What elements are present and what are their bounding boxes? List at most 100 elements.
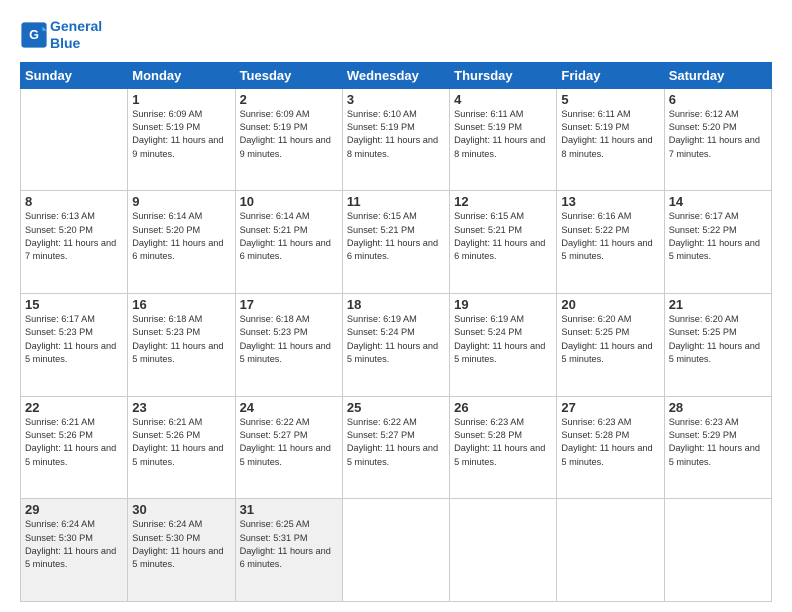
header-thursday: Thursday — [450, 62, 557, 88]
table-row: 10Sunrise: 6:14 AMSunset: 5:21 PMDayligh… — [235, 191, 342, 294]
day-info: Sunrise: 6:22 AMSunset: 5:27 PMDaylight:… — [240, 416, 338, 469]
day-info: Sunrise: 6:14 AMSunset: 5:21 PMDaylight:… — [240, 210, 338, 263]
header-wednesday: Wednesday — [342, 62, 449, 88]
day-info: Sunrise: 6:18 AMSunset: 5:23 PMDaylight:… — [240, 313, 338, 366]
logo-text: General Blue — [50, 18, 102, 52]
calendar-week-row: 15Sunrise: 6:17 AMSunset: 5:23 PMDayligh… — [21, 293, 772, 396]
table-row: 3Sunrise: 6:10 AMSunset: 5:19 PMDaylight… — [342, 88, 449, 191]
day-info: Sunrise: 6:09 AMSunset: 5:19 PMDaylight:… — [240, 108, 338, 161]
table-row: 13Sunrise: 6:16 AMSunset: 5:22 PMDayligh… — [557, 191, 664, 294]
table-row: 2Sunrise: 6:09 AMSunset: 5:19 PMDaylight… — [235, 88, 342, 191]
day-number: 11 — [347, 194, 445, 209]
day-info: Sunrise: 6:18 AMSunset: 5:23 PMDaylight:… — [132, 313, 230, 366]
logo-icon: G — [20, 21, 48, 49]
day-number: 23 — [132, 400, 230, 415]
day-info: Sunrise: 6:23 AMSunset: 5:28 PMDaylight:… — [561, 416, 659, 469]
table-row: 25Sunrise: 6:22 AMSunset: 5:27 PMDayligh… — [342, 396, 449, 499]
day-number: 14 — [669, 194, 767, 209]
day-number: 19 — [454, 297, 552, 312]
calendar-week-row: 22Sunrise: 6:21 AMSunset: 5:26 PMDayligh… — [21, 396, 772, 499]
day-info: Sunrise: 6:14 AMSunset: 5:20 PMDaylight:… — [132, 210, 230, 263]
day-info: Sunrise: 6:15 AMSunset: 5:21 PMDaylight:… — [347, 210, 445, 263]
day-info: Sunrise: 6:20 AMSunset: 5:25 PMDaylight:… — [561, 313, 659, 366]
table-row — [21, 88, 128, 191]
header-saturday: Saturday — [664, 62, 771, 88]
day-info: Sunrise: 6:24 AMSunset: 5:30 PMDaylight:… — [132, 518, 230, 571]
day-info: Sunrise: 6:20 AMSunset: 5:25 PMDaylight:… — [669, 313, 767, 366]
day-info: Sunrise: 6:22 AMSunset: 5:27 PMDaylight:… — [347, 416, 445, 469]
header-sunday: Sunday — [21, 62, 128, 88]
day-number: 15 — [25, 297, 123, 312]
day-info: Sunrise: 6:17 AMSunset: 5:23 PMDaylight:… — [25, 313, 123, 366]
table-row: 18Sunrise: 6:19 AMSunset: 5:24 PMDayligh… — [342, 293, 449, 396]
table-row: 30Sunrise: 6:24 AMSunset: 5:30 PMDayligh… — [128, 499, 235, 602]
table-row: 1Sunrise: 6:09 AMSunset: 5:19 PMDaylight… — [128, 88, 235, 191]
calendar-week-row: 29Sunrise: 6:24 AMSunset: 5:30 PMDayligh… — [21, 499, 772, 602]
header-tuesday: Tuesday — [235, 62, 342, 88]
table-row: 4Sunrise: 6:11 AMSunset: 5:19 PMDaylight… — [450, 88, 557, 191]
day-number: 26 — [454, 400, 552, 415]
day-number: 24 — [240, 400, 338, 415]
day-number: 27 — [561, 400, 659, 415]
day-info: Sunrise: 6:24 AMSunset: 5:30 PMDaylight:… — [25, 518, 123, 571]
day-info: Sunrise: 6:17 AMSunset: 5:22 PMDaylight:… — [669, 210, 767, 263]
day-number: 6 — [669, 92, 767, 107]
table-row: 19Sunrise: 6:19 AMSunset: 5:24 PMDayligh… — [450, 293, 557, 396]
day-info: Sunrise: 6:19 AMSunset: 5:24 PMDaylight:… — [454, 313, 552, 366]
day-number: 30 — [132, 502, 230, 517]
day-number: 17 — [240, 297, 338, 312]
day-number: 12 — [454, 194, 552, 209]
table-row: 21Sunrise: 6:20 AMSunset: 5:25 PMDayligh… — [664, 293, 771, 396]
day-number: 28 — [669, 400, 767, 415]
day-info: Sunrise: 6:16 AMSunset: 5:22 PMDaylight:… — [561, 210, 659, 263]
table-row: 14Sunrise: 6:17 AMSunset: 5:22 PMDayligh… — [664, 191, 771, 294]
day-number: 25 — [347, 400, 445, 415]
table-row: 28Sunrise: 6:23 AMSunset: 5:29 PMDayligh… — [664, 396, 771, 499]
day-info: Sunrise: 6:21 AMSunset: 5:26 PMDaylight:… — [25, 416, 123, 469]
day-info: Sunrise: 6:15 AMSunset: 5:21 PMDaylight:… — [454, 210, 552, 263]
calendar-week-row: 1Sunrise: 6:09 AMSunset: 5:19 PMDaylight… — [21, 88, 772, 191]
table-row: 17Sunrise: 6:18 AMSunset: 5:23 PMDayligh… — [235, 293, 342, 396]
calendar-table: Sunday Monday Tuesday Wednesday Thursday… — [20, 62, 772, 602]
day-info: Sunrise: 6:23 AMSunset: 5:28 PMDaylight:… — [454, 416, 552, 469]
day-info: Sunrise: 6:11 AMSunset: 5:19 PMDaylight:… — [561, 108, 659, 161]
day-number: 20 — [561, 297, 659, 312]
day-number: 13 — [561, 194, 659, 209]
day-number: 21 — [669, 297, 767, 312]
header-monday: Monday — [128, 62, 235, 88]
day-info: Sunrise: 6:19 AMSunset: 5:24 PMDaylight:… — [347, 313, 445, 366]
table-row: 27Sunrise: 6:23 AMSunset: 5:28 PMDayligh… — [557, 396, 664, 499]
table-row: 20Sunrise: 6:20 AMSunset: 5:25 PMDayligh… — [557, 293, 664, 396]
day-info: Sunrise: 6:21 AMSunset: 5:26 PMDaylight:… — [132, 416, 230, 469]
table-row: 11Sunrise: 6:15 AMSunset: 5:21 PMDayligh… — [342, 191, 449, 294]
day-number: 5 — [561, 92, 659, 107]
day-number: 22 — [25, 400, 123, 415]
table-row — [342, 499, 449, 602]
table-row — [664, 499, 771, 602]
day-info: Sunrise: 6:23 AMSunset: 5:29 PMDaylight:… — [669, 416, 767, 469]
table-row: 15Sunrise: 6:17 AMSunset: 5:23 PMDayligh… — [21, 293, 128, 396]
day-info: Sunrise: 6:25 AMSunset: 5:31 PMDaylight:… — [240, 518, 338, 571]
table-row: 26Sunrise: 6:23 AMSunset: 5:28 PMDayligh… — [450, 396, 557, 499]
table-row: 16Sunrise: 6:18 AMSunset: 5:23 PMDayligh… — [128, 293, 235, 396]
table-row: 12Sunrise: 6:15 AMSunset: 5:21 PMDayligh… — [450, 191, 557, 294]
day-info: Sunrise: 6:12 AMSunset: 5:20 PMDaylight:… — [669, 108, 767, 161]
day-number: 8 — [25, 194, 123, 209]
day-info: Sunrise: 6:10 AMSunset: 5:19 PMDaylight:… — [347, 108, 445, 161]
day-number: 10 — [240, 194, 338, 209]
day-info: Sunrise: 6:13 AMSunset: 5:20 PMDaylight:… — [25, 210, 123, 263]
day-number: 31 — [240, 502, 338, 517]
header: G General Blue — [20, 18, 772, 52]
day-number: 3 — [347, 92, 445, 107]
day-number: 4 — [454, 92, 552, 107]
table-row: 8Sunrise: 6:13 AMSunset: 5:20 PMDaylight… — [21, 191, 128, 294]
table-row: 29Sunrise: 6:24 AMSunset: 5:30 PMDayligh… — [21, 499, 128, 602]
day-info: Sunrise: 6:09 AMSunset: 5:19 PMDaylight:… — [132, 108, 230, 161]
table-row: 23Sunrise: 6:21 AMSunset: 5:26 PMDayligh… — [128, 396, 235, 499]
table-row: 5Sunrise: 6:11 AMSunset: 5:19 PMDaylight… — [557, 88, 664, 191]
header-friday: Friday — [557, 62, 664, 88]
table-row: 9Sunrise: 6:14 AMSunset: 5:20 PMDaylight… — [128, 191, 235, 294]
table-row: 22Sunrise: 6:21 AMSunset: 5:26 PMDayligh… — [21, 396, 128, 499]
day-number: 18 — [347, 297, 445, 312]
table-row — [450, 499, 557, 602]
